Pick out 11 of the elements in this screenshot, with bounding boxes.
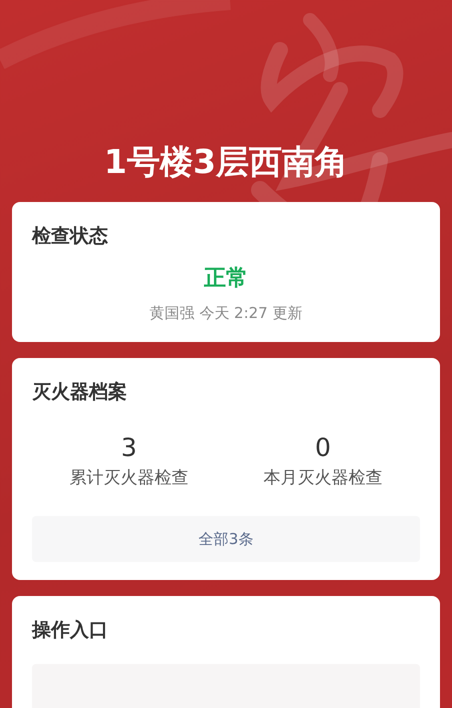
card-title: 检查状态 (32, 224, 109, 249)
status-label: 正常 (203, 265, 249, 293)
view-all-button[interactable]: 全部3条 (32, 516, 420, 562)
stat-value: 0 (315, 432, 331, 464)
stat-label: 累计灭火器检查 (70, 467, 188, 490)
card-title: 操作入口 (32, 618, 109, 643)
location-title: 1号楼3层西南角 (104, 142, 348, 182)
stat-label: 本月灭火器检查 (264, 467, 382, 490)
stat-value: 3 (121, 432, 137, 464)
card-title: 灭火器档案 (32, 380, 128, 405)
update-info: 黄国强 今天 2:27 更新 (148, 303, 304, 324)
